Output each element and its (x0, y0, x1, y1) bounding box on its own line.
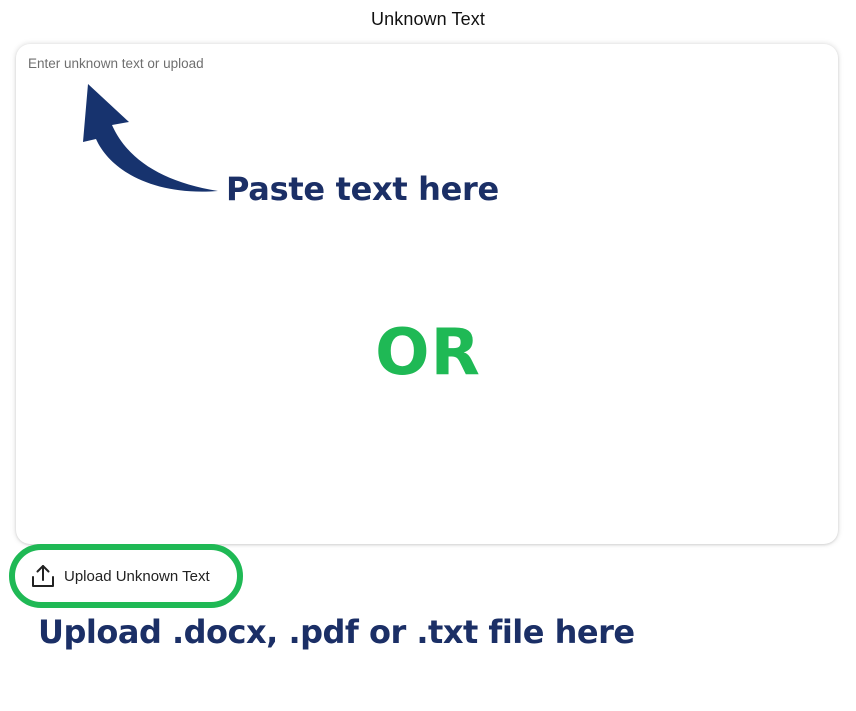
upload-button-label: Upload Unknown Text (64, 567, 210, 585)
upload-unknown-text-button[interactable]: Upload Unknown Text (22, 556, 218, 596)
upload-icon (30, 563, 56, 589)
page: Unknown Text Paste text here OR Upload U… (0, 0, 856, 711)
page-title: Unknown Text (371, 9, 485, 29)
unknown-text-input[interactable] (16, 44, 838, 544)
unknown-text-panel (16, 44, 838, 544)
upload-file-hint: Upload .docx, .pdf or .txt file here (38, 613, 635, 651)
